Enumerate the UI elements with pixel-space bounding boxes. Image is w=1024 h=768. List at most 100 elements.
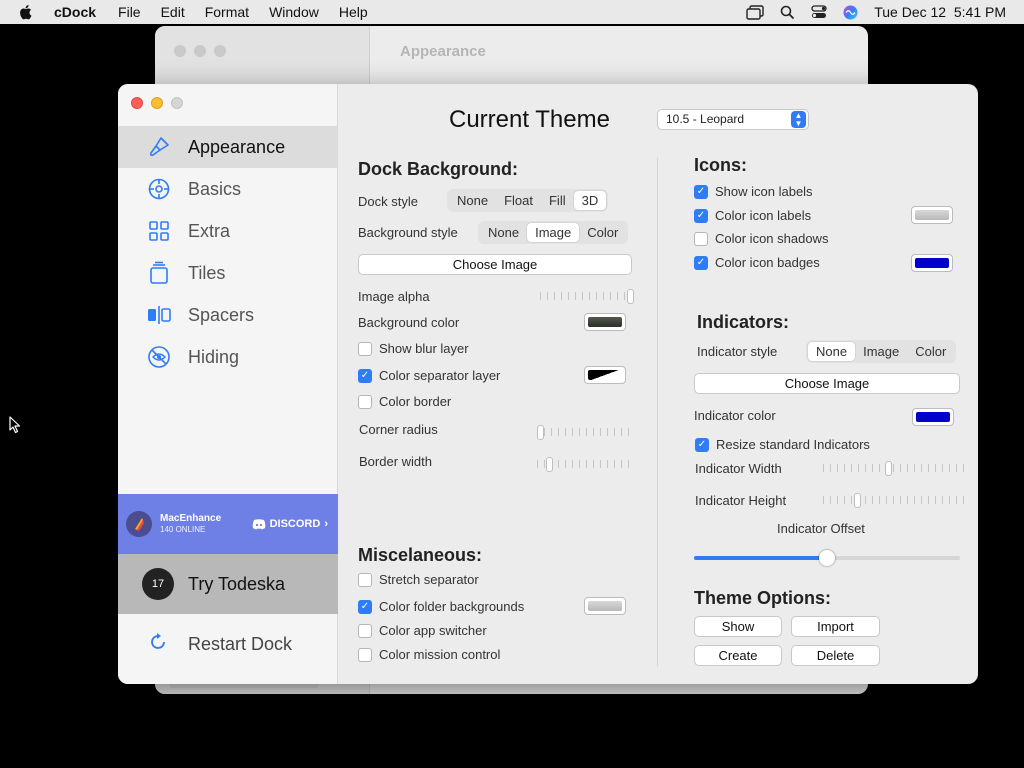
show-blur-layer-checkbox[interactable]: Show blur layer: [358, 341, 469, 356]
minimize-button[interactable]: [151, 97, 163, 109]
slider-knob[interactable]: [537, 425, 544, 440]
siri-icon[interactable]: [843, 5, 858, 20]
slider-ticks: [537, 428, 634, 436]
resize-indicators-checkbox[interactable]: ✓ Resize standard Indicators: [695, 437, 870, 452]
checkbox-label: Color border: [379, 394, 452, 409]
delete-theme-button[interactable]: Delete: [791, 645, 880, 666]
import-theme-button[interactable]: Import: [791, 616, 880, 637]
checkbox-box[interactable]: [694, 231, 708, 246]
slider-knob[interactable]: [627, 289, 634, 304]
dock-style-float[interactable]: Float: [496, 191, 541, 210]
color-separator-layer-checkbox[interactable]: ✓ Color separator layer: [358, 368, 500, 383]
indicator-color-well[interactable]: [912, 408, 954, 426]
image-alpha-slider[interactable]: [540, 288, 634, 304]
indicator-style-label: Indicator style: [697, 344, 778, 359]
background-style-color[interactable]: Color: [579, 223, 626, 242]
border-width-slider[interactable]: [537, 456, 634, 472]
create-theme-button[interactable]: Create: [694, 645, 782, 666]
icon-label-color-well[interactable]: [911, 206, 953, 224]
checkbox-label: Stretch separator: [379, 572, 479, 587]
show-theme-button[interactable]: Show: [694, 616, 782, 637]
restart-dock-button[interactable]: Restart Dock: [118, 624, 338, 664]
checkbox-box[interactable]: [358, 647, 372, 662]
border-width-label: Border width: [359, 454, 432, 469]
slider-knob[interactable]: [546, 457, 553, 472]
checkbox-box[interactable]: ✓: [694, 255, 708, 270]
folder-color-well[interactable]: [584, 597, 626, 615]
gear-icon: [146, 176, 172, 202]
background-style-none[interactable]: None: [480, 223, 527, 242]
color-folder-backgrounds-checkbox[interactable]: ✓ Color folder backgrounds: [358, 599, 524, 614]
indicator-height-slider[interactable]: [823, 492, 965, 508]
checkbox-box[interactable]: [358, 572, 372, 587]
brush-icon: [146, 134, 172, 160]
sidebar-item-appearance[interactable]: Appearance: [118, 126, 338, 168]
corner-radius-slider[interactable]: [537, 424, 634, 440]
sidebar-item-hiding[interactable]: Hiding: [118, 336, 338, 378]
theme-select[interactable]: 10.5 - Leopard ▲ ▼: [657, 109, 809, 130]
checkbox-box[interactable]: ✓: [695, 437, 709, 452]
window-switcher-icon[interactable]: [746, 4, 764, 20]
sidebar-item-spacers[interactable]: Spacers: [118, 294, 338, 336]
zoom-button[interactable]: [171, 97, 183, 109]
spotlight-search-icon[interactable]: [780, 5, 795, 20]
miscellaneous-heading: Miscelaneous:: [358, 545, 483, 565]
menu-file[interactable]: File: [118, 4, 141, 20]
color-mission-control-checkbox[interactable]: Color mission control: [358, 647, 500, 662]
indicator-style-image[interactable]: Image: [855, 342, 907, 361]
icon-badge-color-well[interactable]: [911, 254, 953, 272]
menu-format[interactable]: Format: [205, 4, 249, 20]
menu-edit[interactable]: Edit: [161, 4, 185, 20]
dock-style-none[interactable]: None: [449, 191, 496, 210]
indicator-offset-slider[interactable]: [694, 550, 960, 566]
indicator-style-color[interactable]: Color: [907, 342, 954, 361]
show-icon-labels-checkbox[interactable]: ✓ Show icon labels: [694, 184, 813, 199]
menu-window[interactable]: Window: [269, 4, 319, 20]
checkbox-box[interactable]: [358, 341, 372, 356]
close-button[interactable]: [131, 97, 143, 109]
indicator-offset-label: Indicator Offset: [777, 521, 865, 536]
choose-image-button[interactable]: Choose Image: [358, 254, 632, 275]
indicator-style-segmented: None Image Color: [806, 340, 957, 363]
separator-color-well[interactable]: [584, 366, 626, 384]
image-alpha-label: Image alpha: [358, 289, 430, 304]
checkbox-label: Color mission control: [379, 647, 501, 662]
color-icon-labels-checkbox[interactable]: ✓ Color icon labels: [694, 208, 811, 223]
stretch-separator-checkbox[interactable]: Stretch separator: [358, 572, 479, 587]
checkbox-box[interactable]: [358, 394, 372, 409]
checkbox-box[interactable]: [358, 623, 372, 638]
icons-heading: Icons:: [694, 155, 748, 175]
apple-icon[interactable]: [18, 4, 36, 20]
slider-knob[interactable]: [885, 461, 892, 476]
slider-knob[interactable]: [819, 550, 835, 566]
color-icon-shadows-checkbox[interactable]: Color icon shadows: [694, 231, 828, 246]
checkbox-box[interactable]: ✓: [694, 208, 708, 223]
background-style-image[interactable]: Image: [527, 223, 580, 242]
discord-promo-banner[interactable]: MacEnhance 140 ONLINE DISCORD ›: [118, 494, 338, 554]
slider-ticks: [823, 496, 965, 504]
cdock-window: Appearance Basics Extra Tiles Spacers Hi…: [118, 84, 978, 684]
color-border-checkbox[interactable]: Color border: [358, 394, 451, 409]
sidebar-item-tiles[interactable]: Tiles: [118, 252, 338, 294]
dock-style-fill[interactable]: Fill: [541, 191, 574, 210]
try-todeska-button[interactable]: 17 Try Todeska: [118, 554, 338, 614]
checkbox-box[interactable]: ✓: [358, 599, 372, 614]
menu-app-name[interactable]: cDock: [54, 4, 96, 20]
dock-style-3d[interactable]: 3D: [573, 191, 607, 210]
discord-link[interactable]: DISCORD ›: [252, 518, 328, 530]
indicator-style-none[interactable]: None: [808, 342, 856, 361]
background-color-well[interactable]: [584, 313, 626, 331]
menu-help[interactable]: Help: [339, 4, 368, 20]
color-icon-badges-checkbox[interactable]: ✓ Color icon badges: [694, 255, 820, 270]
slider-knob[interactable]: [854, 493, 861, 508]
checkbox-label: Resize standard Indicators: [716, 437, 870, 452]
control-center-icon[interactable]: [811, 5, 827, 19]
color-app-switcher-checkbox[interactable]: Color app switcher: [358, 623, 487, 638]
indicator-choose-image-button[interactable]: Choose Image: [694, 373, 960, 394]
menu-clock[interactable]: Tue Dec 12 5:41 PM: [874, 4, 1006, 20]
sidebar-item-extra[interactable]: Extra: [118, 210, 338, 252]
checkbox-box[interactable]: ✓: [694, 184, 708, 199]
sidebar-item-basics[interactable]: Basics: [118, 168, 338, 210]
checkbox-box[interactable]: ✓: [358, 368, 372, 383]
indicator-width-slider[interactable]: [823, 460, 965, 476]
